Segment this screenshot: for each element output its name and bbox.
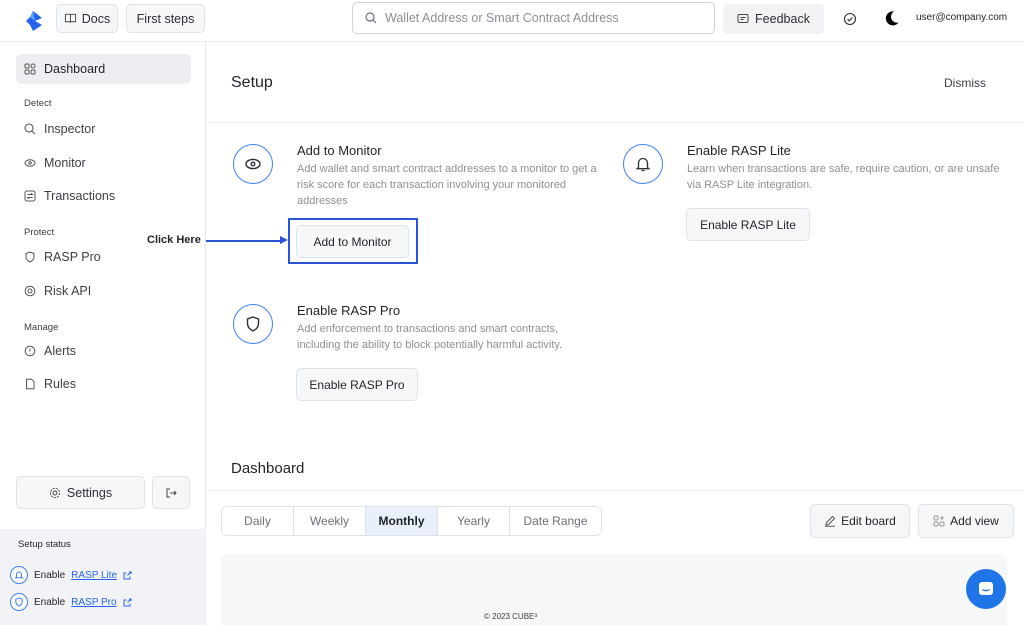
eye-icon bbox=[233, 144, 273, 184]
gear-icon bbox=[49, 487, 61, 498]
shield-icon bbox=[10, 593, 28, 611]
feedback-icon bbox=[737, 14, 749, 23]
dark-mode-moon-icon[interactable] bbox=[883, 10, 900, 27]
user-email[interactable]: user@company.com bbox=[916, 12, 1007, 23]
edit-board-button[interactable]: Edit board bbox=[810, 504, 910, 538]
add-to-monitor-title: Add to Monitor bbox=[297, 143, 382, 158]
click-here-annotation: Click Here bbox=[147, 234, 201, 246]
sidebar-item-inspector[interactable]: Inspector bbox=[16, 114, 191, 144]
alert-circle-icon bbox=[24, 345, 36, 357]
setup-status-title: Setup status bbox=[18, 539, 71, 550]
first-steps-label: First steps bbox=[136, 11, 195, 26]
shield-icon bbox=[25, 251, 35, 263]
sidebar: Dashboard Detect Inspector Monitor Trans… bbox=[0, 42, 206, 625]
section-manage: Manage bbox=[24, 322, 59, 333]
book-icon bbox=[64, 13, 76, 23]
rasp-pro-link[interactable]: RASP Pro bbox=[71, 597, 116, 608]
sidebar-item-dashboard[interactable]: Dashboard bbox=[16, 54, 191, 84]
search-icon bbox=[24, 123, 36, 135]
settings-label: Settings bbox=[66, 485, 113, 500]
logout-icon bbox=[166, 488, 177, 497]
settings-button[interactable]: Settings bbox=[16, 476, 145, 509]
sidebar-item-transactions[interactable]: Transactions bbox=[16, 181, 191, 211]
cube3-logo-icon[interactable] bbox=[22, 10, 44, 32]
rasp-pro-desc: Add enforcement to transactions and smar… bbox=[297, 323, 563, 351]
setup-title: Setup bbox=[231, 74, 273, 91]
sidebar-item-alerts[interactable]: Alerts bbox=[16, 336, 191, 366]
bell-icon bbox=[623, 144, 663, 184]
bell-icon bbox=[10, 566, 28, 584]
search-icon bbox=[365, 12, 377, 24]
setup-status-item-rasp-pro[interactable]: Enable RASP Pro bbox=[10, 593, 132, 611]
api-icon bbox=[24, 285, 36, 297]
feedback-button[interactable]: Feedback bbox=[723, 4, 824, 34]
top-bar: Docs First steps Wallet Address or Smart… bbox=[0, 0, 1024, 42]
sidebar-item-monitor[interactable]: Monitor bbox=[16, 148, 191, 178]
sidebar-item-label: Rules bbox=[44, 377, 76, 391]
date-range-tabs: Daily Weekly Monthly Yearly Date Range bbox=[221, 506, 602, 536]
edit-board-label: Edit board bbox=[841, 514, 896, 528]
annotation-arrow bbox=[206, 240, 284, 242]
add-view-label: Add view bbox=[950, 514, 999, 528]
arrow-head-icon bbox=[280, 236, 288, 244]
enable-rasp-pro-button[interactable]: Enable RASP Pro bbox=[296, 368, 418, 401]
sidebar-item-rules[interactable]: Rules bbox=[16, 369, 191, 399]
search-placeholder: Wallet Address or Smart Contract Address bbox=[385, 11, 619, 25]
dashboard-title: Dashboard bbox=[231, 460, 305, 477]
tab-daily[interactable]: Daily bbox=[222, 507, 294, 535]
feedback-label: Feedback bbox=[755, 12, 810, 26]
add-view-grid-icon bbox=[933, 515, 945, 527]
chat-icon bbox=[979, 582, 993, 595]
sidebar-item-label: RASP Pro bbox=[44, 250, 101, 264]
chat-launcher-button[interactable] bbox=[966, 569, 1006, 609]
first-steps-button[interactable]: First steps bbox=[126, 4, 205, 33]
add-view-button[interactable]: Add view bbox=[918, 504, 1014, 538]
tab-date-range[interactable]: Date Range bbox=[510, 507, 601, 535]
external-link-icon[interactable] bbox=[123, 571, 132, 580]
docs-button[interactable]: Docs bbox=[56, 4, 118, 33]
sidebar-item-label: Risk API bbox=[44, 284, 92, 298]
sidebar-item-label: Transactions bbox=[44, 189, 116, 203]
eye-icon bbox=[24, 159, 36, 167]
dashboard-grid-icon bbox=[24, 63, 36, 75]
dismiss-button[interactable]: Dismiss bbox=[944, 76, 986, 90]
tab-yearly[interactable]: Yearly bbox=[438, 507, 510, 535]
add-to-monitor-desc: Add wallet and smart contract addresses … bbox=[297, 163, 597, 207]
setup-status-panel: Setup status Enable RASP Lite Enable RAS… bbox=[0, 529, 206, 625]
transactions-icon bbox=[24, 190, 36, 202]
logout-button[interactable] bbox=[152, 476, 190, 509]
divider bbox=[206, 490, 1024, 491]
dashboard-panel bbox=[221, 554, 1007, 625]
external-link-icon[interactable] bbox=[123, 598, 132, 607]
setup-status-item-rasp-lite[interactable]: Enable RASP Lite bbox=[10, 566, 132, 584]
divider bbox=[206, 122, 1024, 123]
rasp-lite-desc: Learn when transactions are safe, requir… bbox=[687, 163, 1000, 191]
rasp-pro-title: Enable RASP Pro bbox=[297, 303, 401, 318]
enable-rasp-lite-button[interactable]: Enable RASP Lite bbox=[686, 208, 810, 241]
document-icon bbox=[26, 378, 35, 390]
sidebar-item-risk-api[interactable]: Risk API bbox=[16, 276, 191, 306]
tab-weekly[interactable]: Weekly bbox=[294, 507, 366, 535]
rasp-lite-title: Enable RASP Lite bbox=[687, 143, 791, 158]
main-content: Setup Dismiss Add to Monitor Add wallet … bbox=[147, 42, 1024, 625]
sidebar-item-label: Inspector bbox=[44, 122, 96, 136]
section-protect: Protect bbox=[24, 227, 55, 238]
pencil-icon bbox=[825, 515, 836, 527]
check-circle-icon[interactable] bbox=[843, 12, 857, 26]
search-input[interactable]: Wallet Address or Smart Contract Address bbox=[352, 2, 715, 34]
section-detect: Detect bbox=[24, 98, 52, 109]
sidebar-item-label: Dashboard bbox=[44, 62, 106, 76]
shield-icon bbox=[233, 304, 273, 344]
sidebar-item-label: Alerts bbox=[44, 344, 76, 358]
sidebar-item-rasp-pro[interactable]: RASP Pro bbox=[16, 242, 191, 272]
footer-copyright: © 2023 CUBE³ bbox=[484, 612, 538, 621]
docs-label: Docs bbox=[81, 11, 111, 26]
highlight-box bbox=[288, 218, 418, 264]
tab-monthly[interactable]: Monthly bbox=[366, 507, 438, 535]
setup-status-prefix: Enable bbox=[34, 569, 66, 581]
sidebar-item-label: Monitor bbox=[44, 156, 86, 170]
setup-status-prefix: Enable bbox=[34, 596, 66, 608]
rasp-lite-link[interactable]: RASP Lite bbox=[71, 570, 117, 581]
